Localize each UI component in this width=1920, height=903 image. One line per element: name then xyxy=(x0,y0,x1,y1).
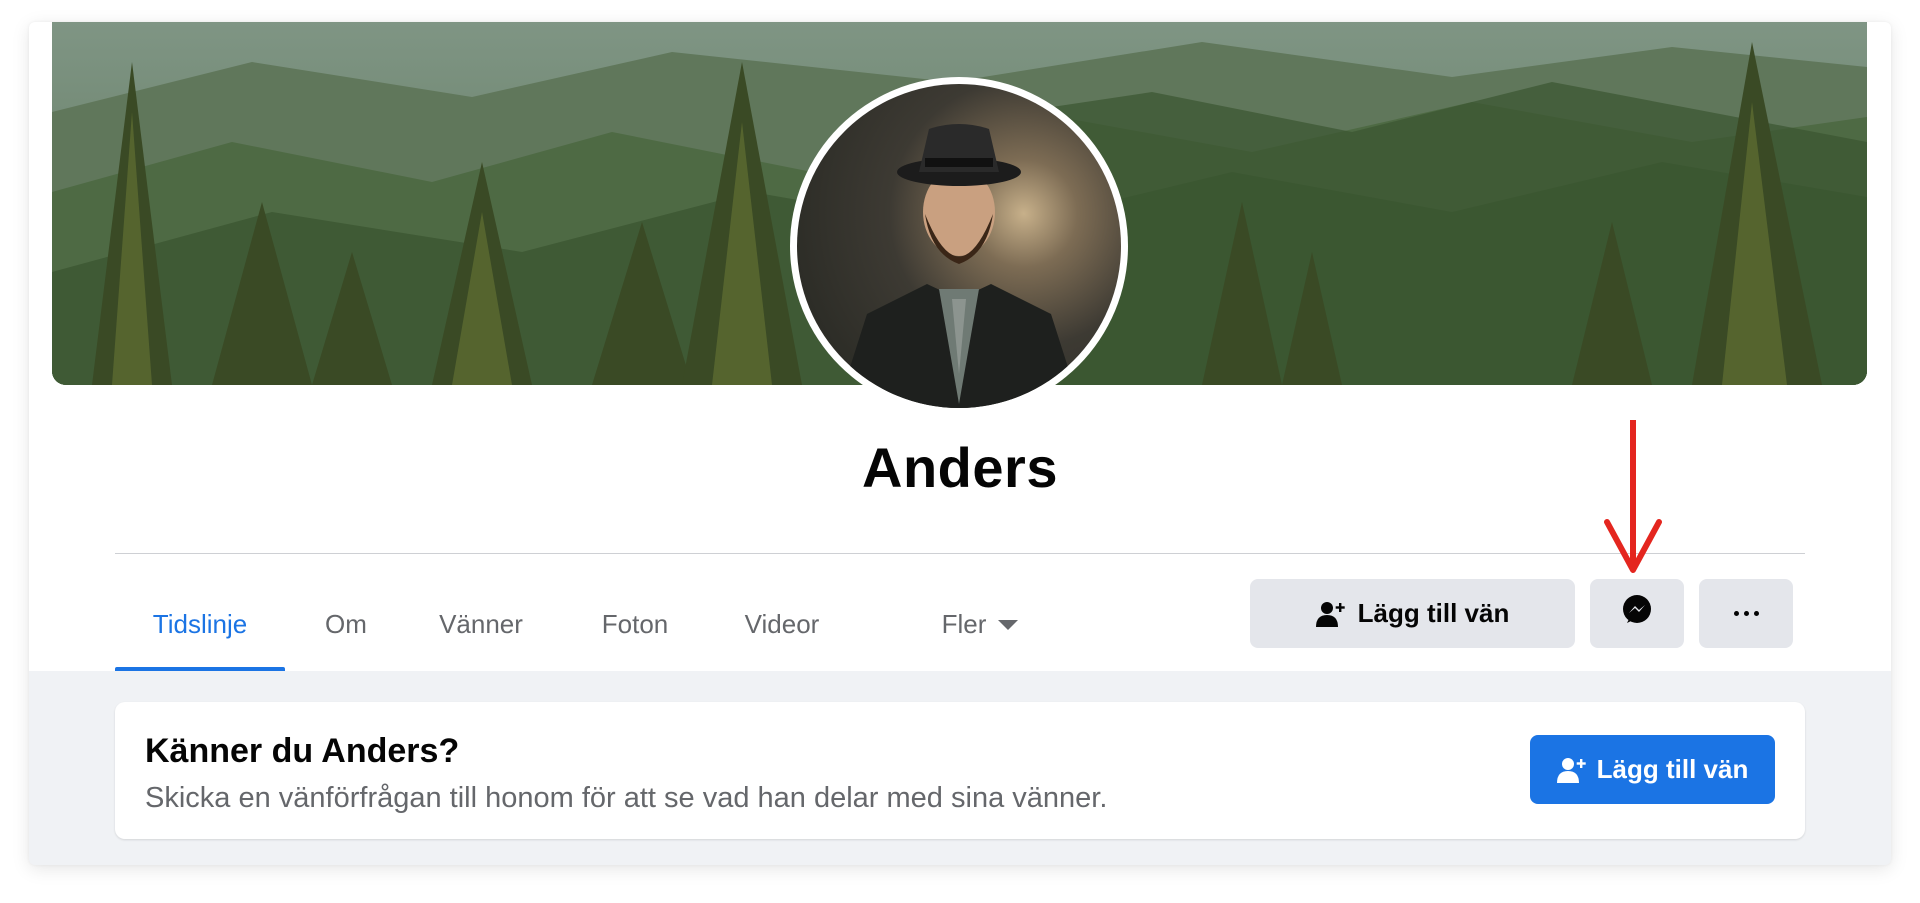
know-title: Känner du Anders? xyxy=(145,732,460,770)
tab-label: Fler xyxy=(941,609,987,639)
more-options-button[interactable] xyxy=(1699,579,1793,648)
annotation-arrow-icon xyxy=(1604,420,1662,573)
messenger-button[interactable] xyxy=(1590,579,1684,648)
tab-label: Tidslinje xyxy=(152,609,248,639)
add-friend-label: Lägg till vän xyxy=(1357,598,1510,628)
tab-about[interactable]: Om xyxy=(303,578,389,671)
add-friend-button[interactable]: Lägg till vän xyxy=(1250,579,1575,648)
know-person-box: Känner du Anders? Skicka en vänförfrågan… xyxy=(115,702,1805,839)
more-dots-icon xyxy=(1733,611,1759,616)
tab-friends[interactable]: Vänner xyxy=(411,578,551,671)
know-subtitle: Skicka en vänförfrågan till honom för at… xyxy=(145,782,1108,814)
add-friend-primary-label: Lägg till vän xyxy=(1596,754,1749,784)
profile-avatar[interactable] xyxy=(790,77,1128,415)
add-person-icon xyxy=(1315,600,1346,628)
messenger-icon xyxy=(1621,594,1653,633)
add-friend-primary-button[interactable]: Lägg till vän xyxy=(1530,735,1775,804)
tab-label: Vänner xyxy=(439,609,523,639)
divider xyxy=(115,553,1805,554)
tab-label: Foton xyxy=(601,609,669,639)
tab-videos[interactable]: Videor xyxy=(717,578,847,671)
tab-label: Om xyxy=(325,609,367,639)
avatar-portrait-image xyxy=(837,124,1081,408)
tab-more[interactable]: Fler xyxy=(915,578,1045,671)
avatar-photo xyxy=(797,84,1121,408)
tab-label: Videor xyxy=(744,609,820,639)
caret-down-icon xyxy=(998,619,1019,630)
add-person-icon xyxy=(1556,756,1587,784)
tab-timeline[interactable]: Tidslinje xyxy=(115,578,285,671)
tab-photos[interactable]: Foton xyxy=(575,578,695,671)
